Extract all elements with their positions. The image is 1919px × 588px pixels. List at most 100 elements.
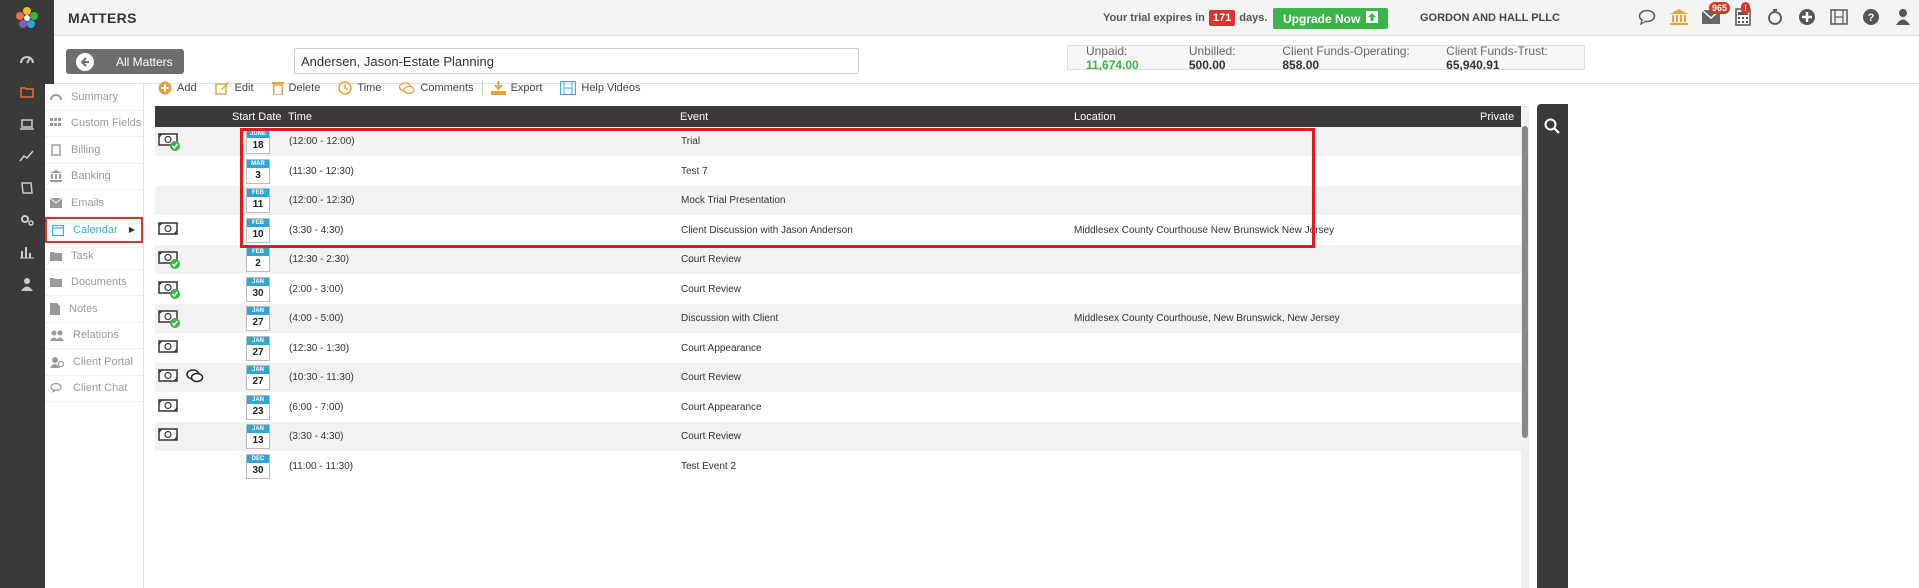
date-day: 30 (252, 464, 264, 476)
date-month: FEB (247, 189, 269, 197)
table-row[interactable]: JAN 23 (6:00 - 7:00) Court Appearance (155, 393, 1521, 422)
row-location: Middlesex County Courthouse New Brunswic… (1074, 224, 1335, 236)
search-panel[interactable] (1537, 104, 1568, 588)
edit-button[interactable]: Edit (214, 81, 254, 95)
row-event[interactable]: Test Event 2 (681, 461, 736, 472)
upgrade-label: Upgrade Now (1283, 11, 1361, 26)
all-matters-button[interactable]: All Matters (66, 49, 184, 74)
billing-status-icon[interactable] (158, 221, 178, 238)
add-label: Add (177, 82, 197, 94)
billing-status-icon[interactable] (158, 428, 178, 444)
col-location[interactable]: Location (1074, 111, 1116, 123)
row-event[interactable]: Client Discussion with Jason Anderson (681, 225, 853, 236)
row-event[interactable]: Trial (681, 136, 700, 147)
table-row[interactable]: FEB 10 (3:30 - 4:30) Client Discussion with… (155, 216, 1521, 245)
row-event[interactable]: Test 7 (681, 166, 708, 177)
back-arrow-icon (76, 52, 94, 71)
sidemenu-item-emails[interactable]: Emails (45, 190, 143, 217)
sidemenu-item-billing[interactable]: Billing (45, 137, 143, 164)
date-badge: JAN 30 (246, 276, 270, 302)
date-badge: JAN 27 (246, 365, 270, 390)
export-button[interactable]: Export (490, 81, 542, 95)
bank-icon[interactable] (1668, 6, 1690, 28)
sidemenu-item-calendar[interactable]: Calendar ▶ (45, 216, 143, 243)
trust-balance: Client Funds-Trust: 65,940.91 (1446, 43, 1548, 72)
sidemenu-item-notes[interactable]: Notes (45, 296, 143, 323)
sidemenu-item-client-portal[interactable]: Client Portal (45, 349, 143, 376)
search-icon[interactable] (1544, 118, 1560, 134)
table-row[interactable]: JAN 27 (10:30 - 11:30) Court Review (155, 363, 1521, 393)
comments-label: Comments (420, 82, 474, 94)
billing-status-icon[interactable] (158, 310, 180, 328)
billing-status-icon[interactable] (158, 339, 178, 356)
row-event[interactable]: Court Appearance (681, 402, 762, 413)
comments-button[interactable]: Comments (399, 81, 474, 95)
mail-icon[interactable]: 965 (1700, 2, 1731, 28)
date-day: 27 (252, 376, 264, 387)
delete-button[interactable]: Delete (271, 81, 320, 95)
row-time: (12:00 - 12:00) (289, 136, 355, 147)
table-row[interactable]: DEC 30 (11:00 - 11:30) Test Event 2 (155, 452, 1521, 481)
account-icon[interactable] (1892, 6, 1914, 28)
row-event[interactable]: Court Review (681, 372, 741, 383)
scrollbar-thumb[interactable] (1522, 126, 1528, 438)
row-event[interactable]: Court Review (681, 431, 741, 442)
edit-icon (214, 82, 229, 95)
calculator-icon[interactable]: ! (1732, 2, 1754, 28)
help-videos-button[interactable]: Help Videos (560, 81, 641, 95)
row-time: (12:00 - 12:30) (289, 195, 355, 206)
matter-name-input[interactable] (294, 48, 859, 74)
app-logo[interactable] (0, 0, 54, 36)
row-event[interactable]: Discussion with Client (681, 313, 778, 324)
row-event[interactable]: Mock Trial Presentation (681, 195, 786, 206)
table-row[interactable]: JAN 30 (2:00 - 3:00) Court Review (155, 275, 1521, 304)
row-event[interactable]: Court Review (681, 284, 741, 295)
caret-right-icon: ▶ (128, 225, 135, 235)
table-row[interactable]: JAN 27 (12:30 - 1:30) Court Appearance (155, 334, 1521, 363)
chat-bubble-icon[interactable] (1636, 6, 1658, 28)
film-icon (560, 81, 577, 95)
film-icon[interactable] (1828, 6, 1850, 28)
row-event[interactable]: Court Appearance (681, 343, 762, 354)
col-start-date[interactable]: Start Date (232, 111, 282, 123)
table-scrollbar[interactable] (1521, 106, 1529, 588)
date-day: 23 (252, 405, 264, 417)
sidemenu-item-task[interactable]: Task (45, 243, 143, 270)
col-private[interactable]: Private (1480, 111, 1514, 123)
sidemenu-item-custom-fields[interactable]: Custom Fields (45, 111, 143, 137)
table-row[interactable]: MAR 3 (11:30 - 12:30) Test 7 (155, 157, 1521, 186)
billing-status-icon[interactable] (158, 280, 180, 299)
upgrade-button[interactable]: Upgrade Now (1273, 8, 1389, 29)
sidemenu-item-banking[interactable]: Banking (45, 164, 143, 190)
table-row[interactable]: FEB 11 (12:00 - 12:30) Mock Trial Presentat… (155, 186, 1521, 216)
sidemenu-label: Notes (69, 302, 98, 315)
billing-status-icon[interactable] (158, 133, 180, 151)
toolbar-divider (481, 81, 483, 95)
help-icon[interactable]: ? (1860, 6, 1882, 28)
billing-status-icon[interactable] (158, 398, 178, 415)
add-circle-icon[interactable] (1796, 6, 1818, 28)
table-row[interactable]: JAN 13 (3:30 - 4:30) Court Review (155, 422, 1521, 452)
table-header: Start Date Time Event Location Private (155, 106, 1521, 127)
table-row[interactable]: FEB 2 (12:30 - 2:30) Court Review (155, 245, 1521, 275)
sidemenu-item-relations[interactable]: Relations (45, 323, 143, 349)
table-row[interactable]: JAN 27 (4:00 - 5:00) Discussion with Client… (155, 304, 1521, 334)
date-day: 3 (255, 169, 261, 181)
sidemenu-item-documents[interactable]: Documents (45, 270, 143, 296)
billing-status-icon[interactable] (158, 251, 180, 269)
sidemenu-item-client-chat[interactable]: Client Chat (45, 376, 143, 402)
billing-status-icon[interactable] (158, 369, 178, 385)
time-button[interactable]: Time (338, 81, 381, 95)
stopwatch-icon[interactable] (1764, 6, 1786, 28)
sidemenu-item-summary[interactable]: Summary (45, 84, 143, 111)
comment-icon[interactable] (186, 369, 204, 386)
date-day: 27 (252, 346, 264, 358)
col-time[interactable]: Time (288, 111, 312, 123)
date-day: 18 (252, 140, 264, 151)
dashboard-nav-icon[interactable] (0, 44, 54, 76)
table-row[interactable]: JUNE 18 (12:00 - 12:00) Trial (155, 127, 1521, 157)
add-button[interactable]: Add (158, 81, 197, 95)
trash-icon (271, 82, 284, 95)
col-event[interactable]: Event (680, 111, 708, 123)
row-event[interactable]: Court Review (681, 254, 741, 265)
